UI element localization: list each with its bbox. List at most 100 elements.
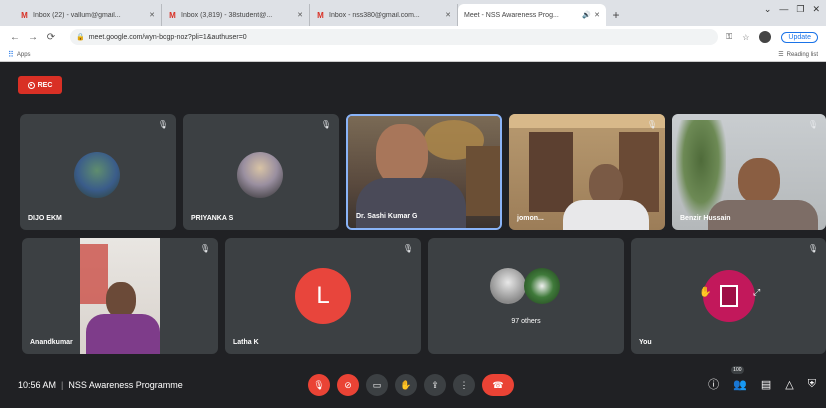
mic-off-icon: 🎙 xyxy=(313,379,325,390)
bottom-bar: 10:56 AM | NSS Awareness Programme 🎙 ⊘ ▭ ✋… xyxy=(0,362,826,408)
close-icon[interactable]: ✕ xyxy=(445,11,451,19)
toolbar-right: ⚿ ☆ Update xyxy=(726,31,818,43)
minimize-icon[interactable]: — xyxy=(779,4,788,15)
participant-name: jomon... xyxy=(517,215,544,222)
hand-icon: ✋ xyxy=(699,287,712,298)
chevron-down-icon[interactable]: ⌄ xyxy=(764,4,772,15)
tab-meet[interactable]: ▶ Meet - NSS Awareness Prog... 🔊 ✕ xyxy=(0,4,606,71)
participant-tile[interactable]: L 🎙 Latha K xyxy=(225,238,421,354)
mic-off-icon: 🎙 xyxy=(807,120,818,129)
gmail-icon: M xyxy=(317,10,324,20)
tab-inbox-3[interactable]: M Inbox - nss380@gmail.com... ✕ xyxy=(310,4,458,26)
apps-grid-icon: ⠿ xyxy=(8,50,14,59)
reload-icon[interactable]: ⟳ xyxy=(44,32,58,43)
video-bg-shelf xyxy=(466,146,500,216)
back-icon[interactable]: ← xyxy=(8,32,22,43)
info-icon[interactable]: ⓘ xyxy=(708,376,719,392)
recording-indicator: REC xyxy=(18,76,62,94)
video-bg-curtain xyxy=(80,244,108,304)
participant-avatar xyxy=(524,268,560,304)
participant-name: DIJO EKM xyxy=(28,215,62,222)
activities-icon[interactable]: △ xyxy=(785,378,793,391)
apps-bookmark[interactable]: ⠿ Apps xyxy=(8,50,31,59)
video-feed xyxy=(80,238,160,354)
camera-toggle-button[interactable]: ⊘ xyxy=(337,374,359,396)
separator: | xyxy=(61,380,64,390)
participant-video-tile[interactable]: 🎙 jomon... xyxy=(509,114,665,230)
close-icon[interactable]: ✕ xyxy=(297,11,303,19)
chat-icon[interactable]: ▤ xyxy=(761,378,771,391)
leave-call-button[interactable]: ☎ xyxy=(482,374,514,396)
mic-toggle-button[interactable]: 🎙 xyxy=(308,374,330,396)
pin-icon: ⤢ xyxy=(753,287,761,297)
video-bg-window xyxy=(529,132,573,212)
participant-tile[interactable]: 🎙 PRIYANKA S xyxy=(183,114,339,230)
participant-name: Anandkumar xyxy=(30,339,73,346)
present-icon: ⇪ xyxy=(431,379,439,390)
participant-video-tile[interactable]: 🎙 Benzir Hussain xyxy=(672,114,826,230)
close-icon[interactable]: ✕ xyxy=(594,11,600,19)
apps-label: Apps xyxy=(16,51,31,58)
update-button[interactable]: Update xyxy=(781,31,818,43)
close-window-icon[interactable]: ✕ xyxy=(812,4,820,15)
participant-avatar xyxy=(490,268,526,304)
meet-area: REC 🎙 DIJO EKM 🎙 PRIYANKA S Dr. Sashi Ku… xyxy=(0,62,826,408)
reading-list[interactable]: ☰ Reading list xyxy=(778,51,818,59)
people-icon: 👥 xyxy=(733,378,747,391)
video-person-body xyxy=(86,314,160,354)
rec-label: REC xyxy=(37,81,53,89)
more-vertical-icon: ⋮ xyxy=(459,379,469,390)
star-icon[interactable]: ☆ xyxy=(742,33,749,42)
video-person-head xyxy=(738,158,780,204)
participant-count-badge: 100 xyxy=(731,365,744,374)
mic-off-icon: 🎙 xyxy=(646,120,657,129)
raise-hand-button[interactable]: ✋ xyxy=(395,374,417,396)
tab-inbox-2[interactable]: M Inbox (3,819) - 38student@... ✕ xyxy=(162,4,310,26)
others-tile[interactable]: 97 others xyxy=(428,238,624,354)
mic-off-icon: 🎙 xyxy=(402,244,413,253)
participant-name: Benzir Hussain xyxy=(680,215,731,222)
people-button[interactable]: 100 👥 xyxy=(731,365,747,391)
video-bg-ceiling xyxy=(509,114,665,128)
video-person-head xyxy=(376,124,428,186)
reading-list-label: Reading list xyxy=(786,51,818,58)
participant-video-tile[interactable]: 🎙 Anandkumar xyxy=(22,238,218,354)
url-text: meet.google.com/wyn-bcgp-noz?pli=1&authu… xyxy=(88,33,247,41)
host-controls-icon[interactable]: ⛨ xyxy=(808,378,816,391)
lock-icon: 🔒 xyxy=(76,34,85,41)
key-icon[interactable]: ⚿ xyxy=(726,32,732,42)
self-tile[interactable]: ✋ ⤢ 🎙 You xyxy=(631,238,826,354)
maximize-icon[interactable]: ❐ xyxy=(796,4,804,15)
more-options-button[interactable]: ⋮ xyxy=(453,374,475,396)
present-button[interactable]: ⇪ xyxy=(424,374,446,396)
mic-off-icon: 🎙 xyxy=(199,244,210,253)
captions-icon: ▭ xyxy=(372,379,382,390)
window-controls: ⌄ — ❐ ✕ xyxy=(764,4,820,15)
participant-tile[interactable]: 🎙 DIJO EKM xyxy=(20,114,176,230)
new-tab-button[interactable]: + xyxy=(606,4,626,26)
video-feed xyxy=(509,114,665,230)
mic-off-icon: 🎙 xyxy=(320,120,331,129)
meeting-time: 10:56 AM xyxy=(18,380,57,390)
captions-button[interactable]: ▭ xyxy=(366,374,388,396)
bookmarks-bar: ⠿ Apps ☰ Reading list xyxy=(0,48,826,62)
profile-avatar[interactable] xyxy=(759,31,772,43)
mic-off-icon: 🎙 xyxy=(157,120,168,129)
forward-icon[interactable]: → xyxy=(26,32,40,43)
others-count: 97 others xyxy=(511,318,541,325)
browser-chrome: M Inbox (22) - vallum@gmail... ✕ M Inbox… xyxy=(0,0,826,71)
participant-avatar xyxy=(237,152,283,198)
letter-avatar: L xyxy=(295,268,351,324)
self-pixel-avatar-icon xyxy=(720,285,738,307)
video-person-body xyxy=(563,200,649,230)
address-bar-row: ← → ⟳ 🔒 meet.google.com/wyn-bcgp-noz?pli… xyxy=(0,26,826,48)
mic-off-icon: 🎙 xyxy=(807,244,818,253)
camera-off-icon: ⊘ xyxy=(344,379,352,390)
speaker-icon: 🔊 xyxy=(582,12,592,19)
participant-video-tile[interactable]: Dr. Sashi Kumar G xyxy=(346,114,502,230)
tab-strip: M Inbox (22) - vallum@gmail... ✕ M Inbox… xyxy=(0,0,826,71)
address-bar[interactable]: 🔒 meet.google.com/wyn-bcgp-noz?pli=1&aut… xyxy=(70,29,719,45)
tab-inbox-1[interactable]: M Inbox (22) - vallum@gmail... ✕ xyxy=(14,4,162,26)
close-icon[interactable]: ✕ xyxy=(149,11,155,19)
participant-name: PRIYANKA S xyxy=(191,215,234,222)
